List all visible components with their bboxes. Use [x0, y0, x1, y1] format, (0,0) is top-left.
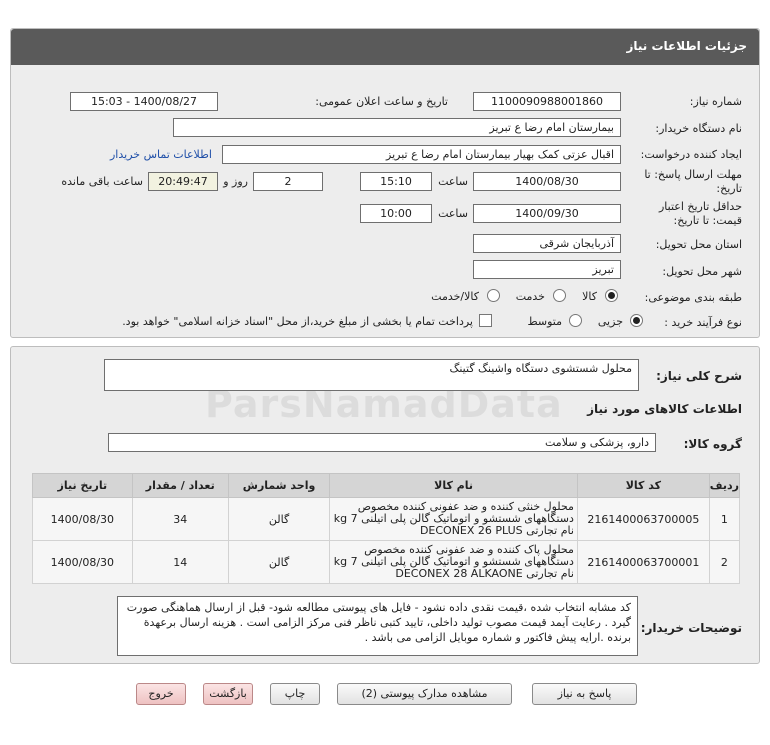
- col-header-unit: واحد شمارش: [227, 473, 331, 498]
- reply-deadline-label-line2: تاریخ:: [716, 182, 742, 195]
- category-radio-service[interactable]: [553, 289, 566, 302]
- reply-date-field: 1400/08/30: [473, 172, 621, 191]
- remaining-time-label: ساعت باقی مانده: [61, 175, 143, 188]
- need-number-label: شماره نیاز:: [689, 95, 742, 108]
- goods-section-title: اطلاعات کالاهای مورد نیاز: [587, 402, 742, 416]
- buyer-org-label: نام دستگاه خریدار:: [655, 122, 742, 135]
- validity-time-label: ساعت: [438, 207, 468, 220]
- view-attachments-button[interactable]: مشاهده مدارک پیوستی (2): [337, 683, 512, 705]
- reply-button[interactable]: پاسخ به نیاز: [532, 683, 637, 705]
- goods-group-label: گروه کالا:: [683, 437, 742, 451]
- reply-time-field: 15:10: [360, 172, 432, 191]
- goods-group-field: دارو، پزشکی و سلامت: [108, 433, 656, 452]
- treasury-checkbox[interactable]: [479, 314, 492, 327]
- cell-name: محلول پاک کننده و ضد عفونی کننده مخصوص د…: [329, 540, 578, 584]
- category-label: طبقه بندی موضوعی:: [644, 291, 742, 304]
- announce-datetime-label: تاریخ و ساعت اعلان عمومی:: [315, 95, 448, 108]
- col-header-qty: تعداد / مقدار: [131, 473, 229, 498]
- cell-code: 2161400063700005: [576, 497, 710, 541]
- cell-date: 1400/08/30: [32, 497, 133, 541]
- province-field: آذربایجان شرقی: [473, 234, 621, 253]
- table-header-row: ردیف کد کالا نام کالا واحد شمارش تعداد /…: [32, 473, 741, 498]
- summary-label: شرح کلی نیاز:: [656, 369, 742, 383]
- process-radio-medium[interactable]: [569, 314, 582, 327]
- process-option-minor: جزیی: [597, 315, 623, 328]
- reply-days-field: 2: [253, 172, 323, 191]
- back-button[interactable]: بازگشت: [203, 683, 253, 705]
- table-row: 2 2161400063700001 محلول پاک کننده و ضد …: [32, 540, 741, 584]
- col-header-code: کد کالا: [576, 473, 710, 498]
- reply-time-label: ساعت: [438, 175, 468, 188]
- category-option-service: خدمت: [515, 290, 545, 303]
- announce-datetime-field: 1400/08/27 - 15:03: [70, 92, 218, 111]
- items-table: ردیف کد کالا نام کالا واحد شمارش تعداد /…: [32, 473, 741, 584]
- category-option-goods: کالا: [582, 290, 597, 303]
- province-label: استان محل تحویل:: [655, 238, 742, 251]
- col-header-date: تاریخ نیاز: [32, 473, 133, 498]
- cell-unit: گالن: [227, 497, 331, 541]
- buyer-org-field: بیمارستان امام رضا ع تبریز: [173, 118, 621, 137]
- category-radio-goods[interactable]: [605, 289, 618, 302]
- cell-unit: گالن: [227, 540, 331, 584]
- reply-days-label: روز و: [223, 175, 248, 188]
- cell-row: 1: [708, 497, 741, 541]
- cell-qty: 34: [131, 497, 229, 541]
- cell-date: 1400/08/30: [32, 540, 133, 584]
- process-radio-minor[interactable]: [630, 314, 643, 327]
- buyer-notes-label: توضیحات خریدار:: [640, 621, 742, 635]
- category-radio-goods-service[interactable]: [487, 289, 500, 302]
- treasury-checkbox-text: پرداخت تمام یا بخشی از مبلغ خرید،از محل …: [122, 315, 473, 328]
- validity-label-line1: حداقل تاریخ اعتبار: [658, 200, 742, 213]
- validity-label-line2: قیمت: تا تاریخ:: [673, 214, 742, 227]
- category-option-goods-service: کالا/خدمت: [431, 290, 479, 303]
- process-option-medium: متوسط: [527, 315, 562, 328]
- requester-field: اقبال عزتی کمک بهیار بیمارستان امام رضا …: [222, 145, 621, 164]
- requester-label: ایجاد کننده درخواست:: [640, 148, 742, 161]
- col-header-name: نام کالا: [329, 473, 578, 498]
- col-header-row: ردیف: [708, 473, 741, 498]
- table-row: 1 2161400063700005 محلول خنثی کننده و ضد…: [32, 497, 741, 541]
- page-header: جزئیات اطلاعات نیاز: [11, 29, 759, 65]
- page-title: جزئیات اطلاعات نیاز: [626, 39, 747, 53]
- cell-qty: 14: [131, 540, 229, 584]
- reply-deadline-label-line1: مهلت ارسال پاسخ: تا: [644, 168, 742, 181]
- city-field: تبریز: [473, 260, 621, 279]
- remaining-time-field: 20:49:47: [148, 172, 218, 191]
- print-button[interactable]: چاپ: [270, 683, 320, 705]
- validity-time-field: 10:00: [360, 204, 432, 223]
- exit-button[interactable]: خروج: [136, 683, 186, 705]
- cell-code: 2161400063700001: [576, 540, 710, 584]
- city-label: شهر محل تحویل:: [662, 265, 742, 278]
- cell-name: محلول خنثی کننده و ضد عفونی کننده مخصوص …: [329, 497, 578, 541]
- need-number-field: 1100090988001860: [473, 92, 621, 111]
- buyer-notes-text: کد مشابه انتخاب شده ،قیمت نقدی داده نشود…: [117, 596, 638, 656]
- validity-date-field: 1400/09/30: [473, 204, 621, 223]
- cell-row: 2: [708, 540, 741, 584]
- purchase-process-label: نوع فرآیند خرید :: [664, 316, 742, 329]
- buyer-contact-link[interactable]: اطلاعات تماس خریدار: [110, 148, 212, 161]
- summary-field: محلول شستشوی دستگاه واشینگ گتینگ: [104, 359, 639, 391]
